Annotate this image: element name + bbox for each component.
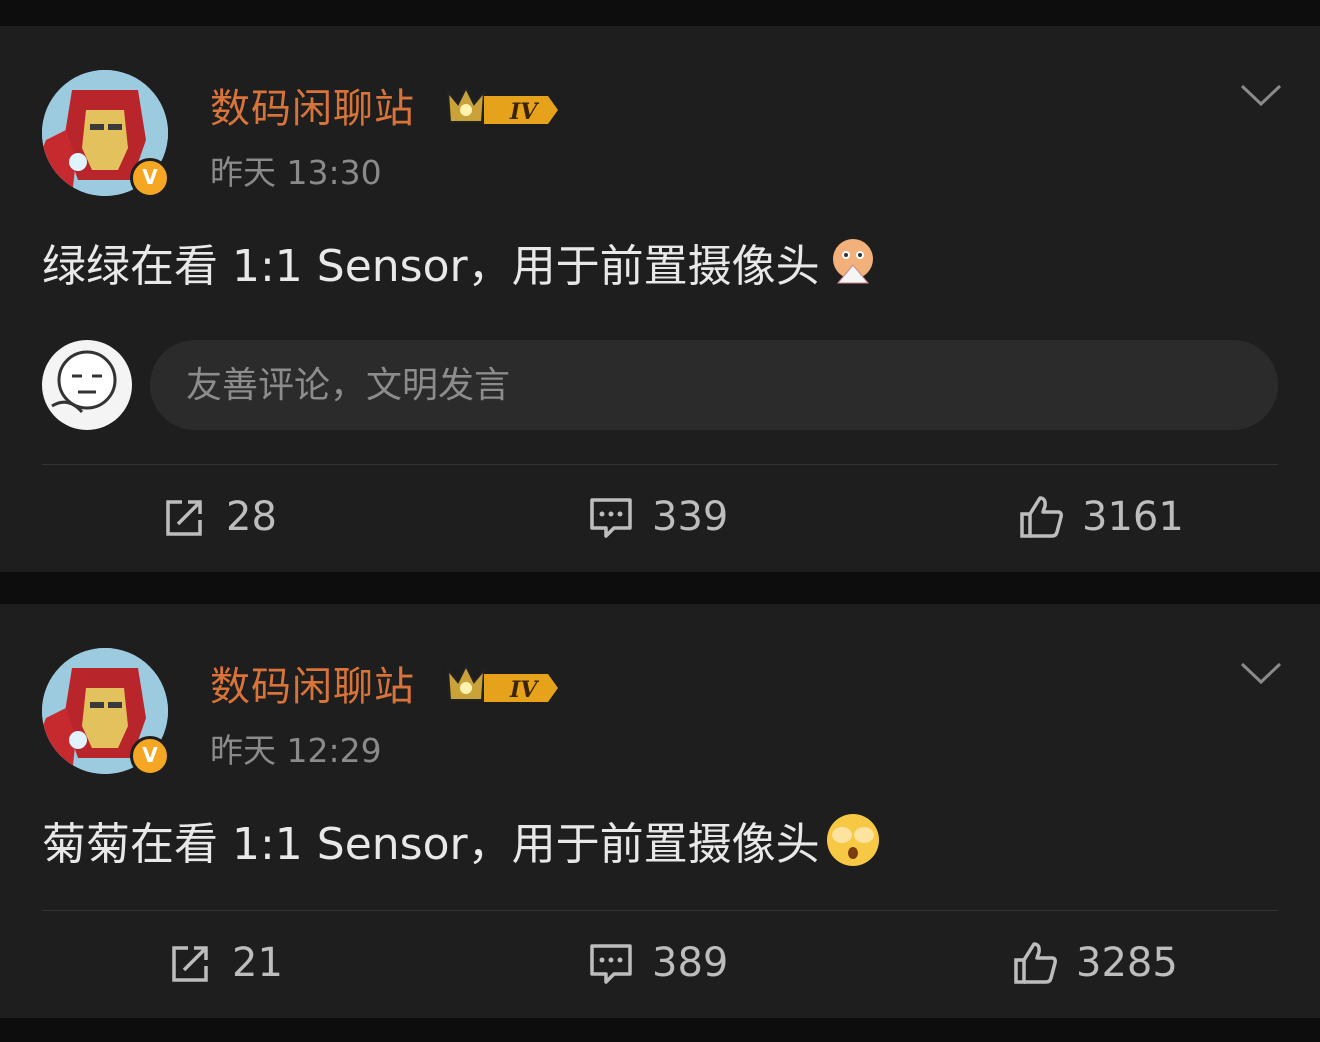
cover-face-emoji-icon bbox=[826, 814, 879, 866]
divider bbox=[42, 464, 1278, 465]
comment-button[interactable]: 389 bbox=[588, 940, 728, 986]
author-avatar[interactable]: V bbox=[42, 70, 170, 198]
post-time: 昨天 13:30 bbox=[210, 153, 382, 192]
post-card: V 数码闲聊站 IV 昨天 13:30 绿绿在看 1:1 Sensor，用于前置… bbox=[0, 26, 1320, 572]
post-text: 绿绿在看 1:1 Sensor，用于前置摄像头 bbox=[42, 241, 820, 292]
like-button[interactable]: 3161 bbox=[1018, 494, 1184, 540]
post-time: 昨天 12:29 bbox=[210, 731, 382, 770]
like-button[interactable]: 3285 bbox=[1012, 940, 1178, 986]
repost-count: 21 bbox=[232, 940, 283, 986]
like-count: 3161 bbox=[1082, 494, 1184, 540]
repost-button[interactable]: 21 bbox=[168, 940, 283, 986]
author-name[interactable]: 数码闲聊站 bbox=[210, 76, 415, 134]
repost-count: 28 bbox=[226, 494, 277, 540]
author-avatar[interactable]: V bbox=[42, 648, 170, 776]
current-user-avatar[interactable] bbox=[42, 340, 132, 430]
divider bbox=[42, 910, 1278, 911]
post-body: 菊菊在看 1:1 Sensor，用于前置摄像头 bbox=[42, 808, 882, 872]
verified-badge: V bbox=[130, 736, 170, 776]
verified-badge: V bbox=[130, 158, 170, 198]
fan-hiding-emoji-icon bbox=[832, 239, 873, 284]
vip-level: IV bbox=[509, 99, 539, 125]
vip-crown-badge[interactable]: IV bbox=[444, 660, 562, 706]
comment-count: 339 bbox=[652, 494, 729, 540]
chevron-down-icon[interactable] bbox=[1238, 82, 1284, 110]
repost-button[interactable]: 28 bbox=[162, 494, 277, 540]
author-name[interactable]: 数码闲聊站 bbox=[210, 654, 415, 712]
comment-icon bbox=[590, 944, 632, 984]
comment-count: 389 bbox=[652, 940, 729, 986]
share-icon bbox=[166, 500, 202, 536]
comment-icon bbox=[590, 498, 632, 538]
comment-input[interactable] bbox=[150, 340, 1278, 430]
thumbs-up-icon bbox=[1020, 496, 1063, 538]
post-body: 绿绿在看 1:1 Sensor，用于前置摄像头 bbox=[42, 230, 882, 294]
share-icon bbox=[172, 946, 208, 982]
post-card: V 数码闲聊站 IV 昨天 12:29 菊菊在看 1:1 Sensor，用于前置… bbox=[0, 604, 1320, 1018]
thumbs-up-icon bbox=[1014, 942, 1057, 984]
vip-level: IV bbox=[509, 677, 539, 703]
vip-crown-badge[interactable]: IV bbox=[444, 82, 562, 128]
post-text: 菊菊在看 1:1 Sensor，用于前置摄像头 bbox=[42, 819, 820, 870]
chevron-down-icon[interactable] bbox=[1238, 660, 1284, 688]
comment-button[interactable]: 339 bbox=[588, 494, 728, 540]
like-count: 3285 bbox=[1076, 940, 1178, 986]
